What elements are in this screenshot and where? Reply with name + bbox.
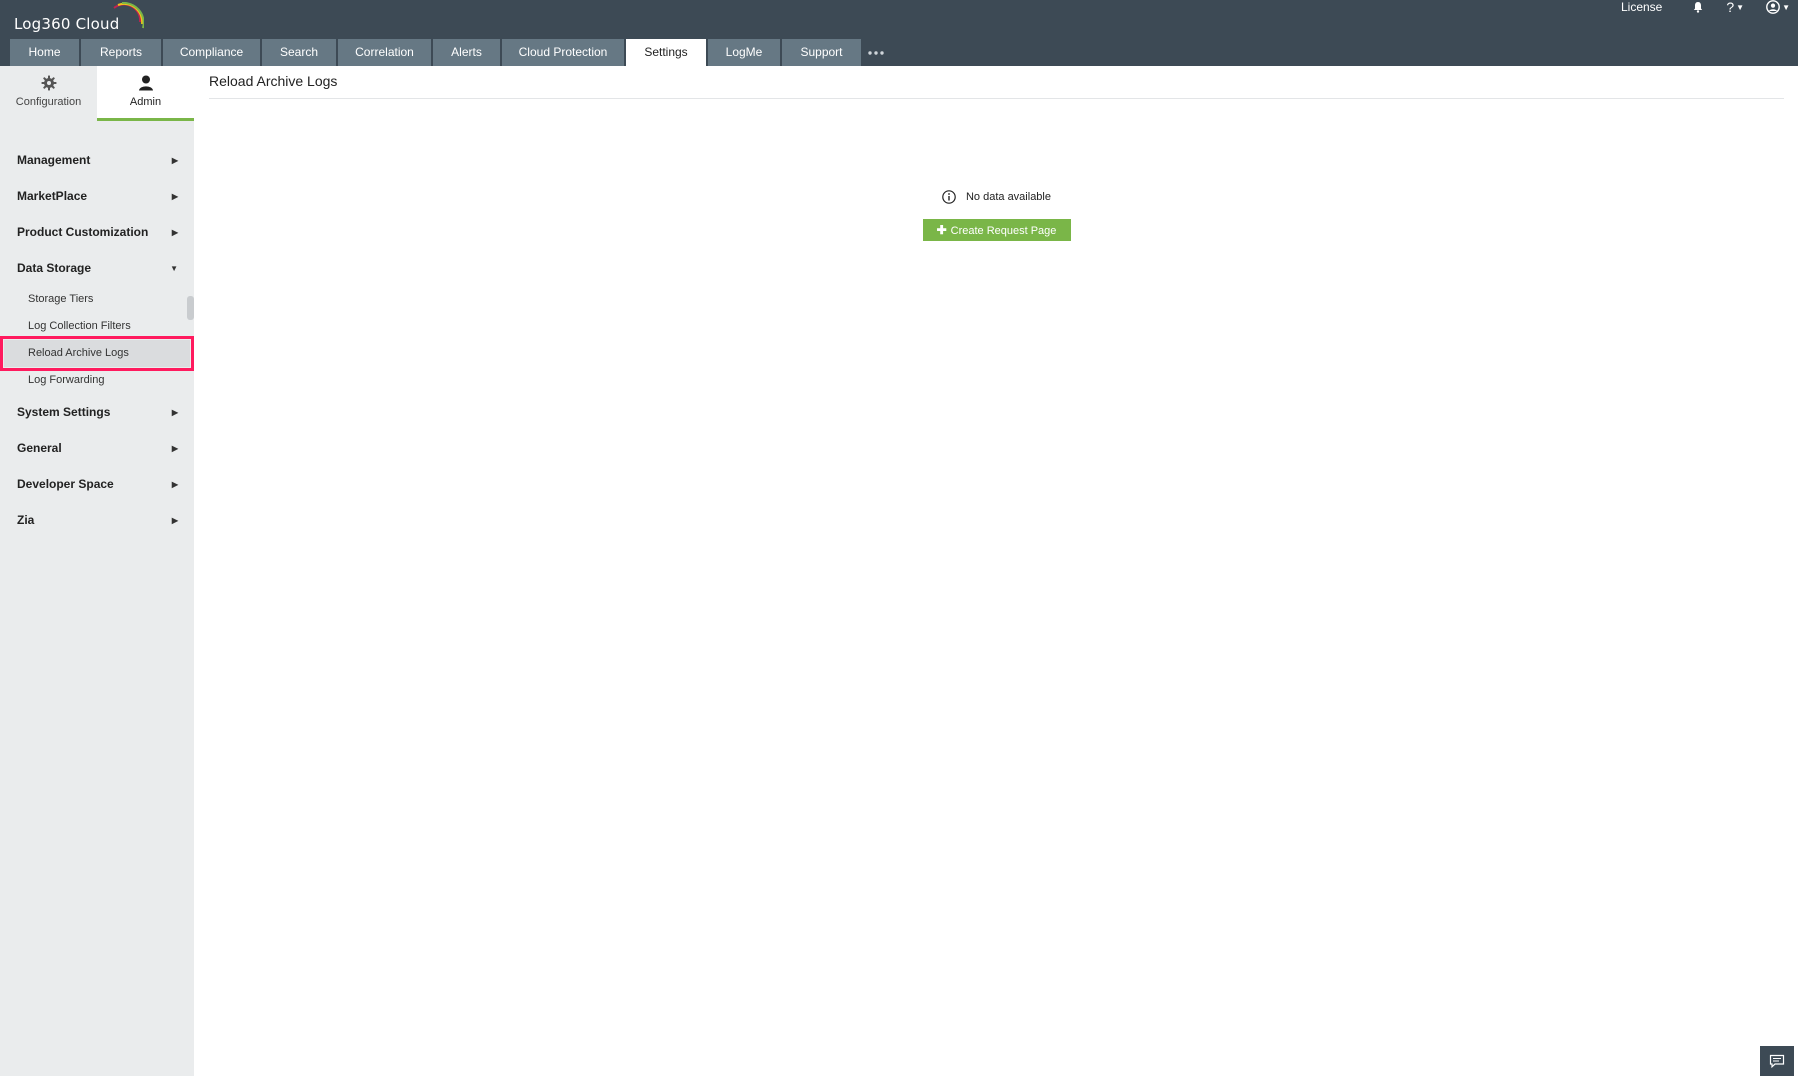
user-icon <box>138 75 153 91</box>
logo-text: Log360 Cloud <box>14 15 120 33</box>
settings-menu: Management ▶ MarketPlace ▶ Product Custo… <box>0 142 194 538</box>
menu-data-storage[interactable]: Data Storage ▼ <box>0 250 194 286</box>
chevron-right-icon: ▶ <box>171 479 178 489</box>
menu-label: System Settings <box>17 405 111 419</box>
empty-message-text: No data available <box>965 191 1051 203</box>
chat-button[interactable] <box>1760 1046 1794 1076</box>
user-icon <box>1766 0 1780 14</box>
tab-home[interactable]: Home <box>10 39 79 66</box>
notifications-button[interactable] <box>1692 1 1704 13</box>
sidebar-tab-admin[interactable]: Admin <box>97 66 194 121</box>
tab-logme[interactable]: LogMe <box>708 39 780 66</box>
chat-icon <box>1769 1054 1785 1068</box>
sidebar-tab-configuration[interactable]: Configuration <box>0 66 97 118</box>
tab-cloud-protection[interactable]: Cloud Protection <box>502 39 624 66</box>
menu-product-customization[interactable]: Product Customization ▶ <box>0 214 194 250</box>
menu-label: Management <box>17 153 91 167</box>
user-menu-button[interactable]: ▼ <box>1766 0 1790 14</box>
sidebar-tabs: Configuration Admin <box>0 66 194 121</box>
tab-support[interactable]: Support <box>782 39 861 66</box>
menu-developer-space[interactable]: Developer Space ▶ <box>0 466 194 502</box>
chevron-right-icon: ▶ <box>171 155 178 165</box>
empty-state: No data available ✚ Create Request Page <box>209 190 1784 241</box>
menu-label: Developer Space <box>17 477 114 491</box>
sidebar-tab-label: Admin <box>129 96 162 108</box>
menu-zia[interactable]: Zia ▶ <box>0 502 194 538</box>
plus-icon: ✚ <box>936 223 947 237</box>
menu-label: General <box>17 441 62 455</box>
chevron-right-icon: ▶ <box>171 515 178 525</box>
sidebar-scrollbar[interactable] <box>187 296 194 320</box>
tab-search[interactable]: Search <box>262 39 336 66</box>
empty-message: No data available <box>942 190 1051 204</box>
main-content: Reload Archive Logs No data available ✚ C… <box>209 66 1784 241</box>
menu-general[interactable]: General ▶ <box>0 430 194 466</box>
sidebar-item-log-forwarding[interactable]: Log Forwarding <box>0 367 194 394</box>
tab-settings[interactable]: Settings <box>626 39 706 66</box>
menu-label: Data Storage <box>17 261 92 275</box>
chevron-right-icon: ▶ <box>171 443 178 453</box>
info-icon <box>942 190 956 204</box>
app-logo[interactable]: Log360 Cloud <box>14 2 144 34</box>
top-header: Log360 Cloud License ? ▼ ▼ Home Reports … <box>0 0 1798 66</box>
sidebar-item-storage-tiers[interactable]: Storage Tiers <box>0 286 194 313</box>
more-tabs-button[interactable] <box>863 39 889 66</box>
menu-label: MarketPlace <box>17 189 88 203</box>
tab-reports[interactable]: Reports <box>81 39 161 66</box>
menu-system-settings[interactable]: System Settings ▶ <box>0 394 194 430</box>
help-icon: ? <box>1726 0 1735 15</box>
sidebar-item-reload-archive-logs[interactable]: Reload Archive Logs <box>0 336 194 371</box>
tab-alerts[interactable]: Alerts <box>433 39 500 66</box>
tab-compliance[interactable]: Compliance <box>163 39 260 66</box>
sidebar-tab-label: Configuration <box>15 96 82 108</box>
menu-label: Product Customization <box>17 225 149 239</box>
sidebar-item-log-collection-filters[interactable]: Log Collection Filters <box>0 313 194 340</box>
header-utilities: License ? ▼ ▼ <box>1621 0 1798 14</box>
chevron-down-icon: ▼ <box>170 263 178 273</box>
menu-label: Zia <box>17 513 35 527</box>
chevron-down-icon: ▼ <box>1736 2 1745 12</box>
help-button[interactable]: ? ▼ <box>1726 0 1745 15</box>
page-title: Reload Archive Logs <box>209 66 1784 99</box>
chevron-down-icon: ▼ <box>1782 2 1790 12</box>
chevron-right-icon: ▶ <box>171 227 178 237</box>
menu-marketplace[interactable]: MarketPlace ▶ <box>0 178 194 214</box>
main-nav-tabs: Home Reports Compliance Search Correlati… <box>10 39 889 66</box>
logo-arc-icon <box>113 2 144 29</box>
license-link[interactable]: License <box>1621 1 1662 13</box>
menu-management[interactable]: Management ▶ <box>0 142 194 178</box>
bell-icon <box>1694 2 1703 13</box>
create-request-page-label: Create Request Page <box>950 225 1057 237</box>
gear-icon <box>41 75 56 91</box>
chevron-right-icon: ▶ <box>171 191 178 201</box>
create-request-page-button[interactable]: ✚ Create Request Page <box>922 219 1071 241</box>
chevron-right-icon: ▶ <box>171 407 178 417</box>
tab-correlation[interactable]: Correlation <box>338 39 431 66</box>
settings-sidebar: Configuration Admin Management ▶ MarketP… <box>0 66 194 1076</box>
more-horizontal-icon <box>868 50 884 55</box>
